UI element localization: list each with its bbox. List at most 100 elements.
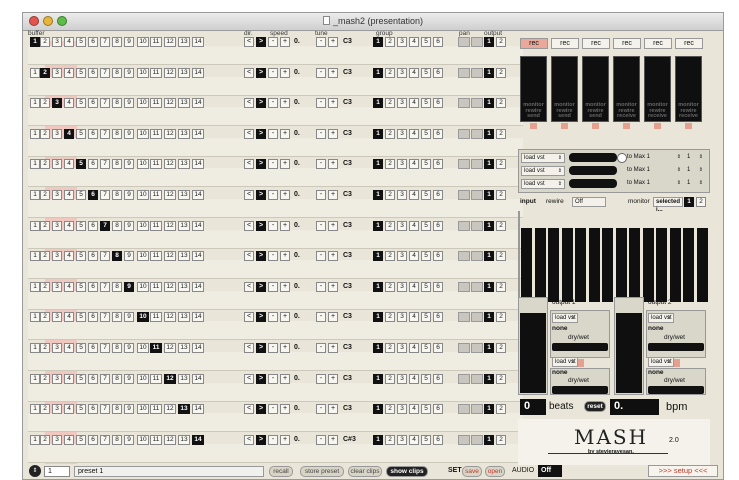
row-waveform-strip[interactable] (28, 199, 523, 218)
dir-left-button[interactable]: < (244, 220, 254, 231)
speed-minus-button[interactable]: - (268, 404, 278, 415)
buffer-button-6[interactable]: 6 (88, 281, 98, 292)
store-preset-button[interactable]: store preset (300, 466, 344, 477)
buffer-button-3[interactable]: 3 (52, 434, 62, 445)
buffer-button-10[interactable]: 10 (137, 128, 149, 139)
output-button-1[interactable]: 1 (484, 312, 494, 323)
speed-plus-button[interactable]: + (280, 159, 290, 170)
group-button-4[interactable]: 4 (409, 404, 419, 415)
group-button-2[interactable]: 2 (385, 343, 395, 353)
pan-right-slot[interactable] (471, 434, 483, 445)
buffer-button-14[interactable]: 14 (192, 37, 204, 47)
group-button-2[interactable]: 2 (385, 251, 395, 262)
buffer-button-9[interactable]: 9 (124, 220, 134, 231)
tune-plus-button[interactable]: + (328, 67, 338, 78)
output-button-2[interactable]: 2 (496, 343, 506, 353)
buffer-button-7[interactable]: 7 (100, 251, 110, 262)
buffer-button-4[interactable]: 4 (64, 312, 74, 323)
group-button-5[interactable]: 5 (421, 251, 431, 262)
tune-plus-button[interactable]: + (328, 128, 338, 139)
buffer-button-14[interactable]: 14 (192, 67, 204, 78)
dir-right-button[interactable]: > (256, 434, 266, 445)
buffer-button-1[interactable]: 1 (30, 67, 40, 78)
rec-button-5[interactable]: rec (644, 38, 672, 49)
buffer-button-1[interactable]: 1 (30, 312, 40, 323)
speed-minus-button[interactable]: - (268, 37, 278, 47)
buffer-button-7[interactable]: 7 (100, 220, 110, 231)
drywet-1-slider[interactable] (552, 343, 608, 351)
buffer-button-1[interactable]: 1 (30, 373, 40, 384)
tune-plus-button[interactable]: + (328, 220, 338, 231)
buffer-button-13[interactable]: 13 (178, 404, 190, 415)
buffer-button-13[interactable]: 13 (178, 251, 190, 262)
dir-left-button[interactable]: < (244, 159, 254, 170)
buffer-button-9[interactable]: 9 (124, 404, 134, 415)
buffer-button-3[interactable]: 3 (52, 190, 62, 200)
buffer-button-12[interactable]: 12 (164, 343, 176, 353)
buffer-button-2[interactable]: 2 (40, 98, 50, 109)
speed-minus-button[interactable]: - (268, 190, 278, 200)
buffer-button-4[interactable]: 4 (64, 98, 74, 109)
buffer-button-11[interactable]: 11 (150, 434, 162, 445)
group-button-3[interactable]: 3 (397, 98, 407, 109)
group-button-4[interactable]: 4 (409, 98, 419, 109)
output-button-2[interactable]: 2 (496, 37, 506, 47)
dir-left-button[interactable]: < (244, 373, 254, 384)
buffer-button-5[interactable]: 5 (76, 251, 86, 262)
speed-minus-button[interactable]: - (268, 159, 278, 170)
buffer-button-7[interactable]: 7 (100, 343, 110, 353)
buffer-button-13[interactable]: 13 (178, 98, 190, 109)
pan-right-slot[interactable] (471, 343, 483, 353)
speed-minus-button[interactable]: - (268, 373, 278, 384)
group-button-1[interactable]: 1 (373, 159, 383, 170)
buffer-button-9[interactable]: 9 (124, 98, 134, 109)
reset-button[interactable]: reset (584, 401, 606, 412)
pan-right-slot[interactable] (471, 312, 483, 323)
output-button-2[interactable]: 2 (496, 281, 506, 292)
group-button-4[interactable]: 4 (409, 251, 419, 262)
buffer-button-6[interactable]: 6 (88, 159, 98, 170)
buffer-button-4[interactable]: 4 (64, 251, 74, 262)
group-button-1[interactable]: 1 (373, 67, 383, 78)
speed-plus-button[interactable]: + (280, 67, 290, 78)
group-button-6[interactable]: 6 (433, 128, 443, 139)
buffer-button-2[interactable]: 2 (40, 159, 50, 170)
group-button-1[interactable]: 1 (373, 404, 383, 415)
buffer-button-14[interactable]: 14 (192, 251, 204, 262)
dir-right-button[interactable]: > (256, 190, 266, 200)
buffer-button-9[interactable]: 9 (124, 159, 134, 170)
buffer-button-9[interactable]: 9 (124, 373, 134, 384)
buffer-button-7[interactable]: 7 (100, 67, 110, 78)
buffer-button-11[interactable]: 11 (150, 37, 162, 47)
tune-plus-button[interactable]: + (328, 373, 338, 384)
output-button-2[interactable]: 2 (496, 98, 506, 109)
tune-plus-button[interactable]: + (328, 312, 338, 323)
group-button-4[interactable]: 4 (409, 373, 419, 384)
dir-left-button[interactable]: < (244, 98, 254, 109)
group-button-1[interactable]: 1 (373, 190, 383, 200)
buffer-button-2[interactable]: 2 (40, 434, 50, 445)
buffer-button-3[interactable]: 3 (52, 251, 62, 262)
group-button-2[interactable]: 2 (385, 312, 395, 323)
buffer-button-10[interactable]: 10 (137, 281, 149, 292)
group-button-3[interactable]: 3 (397, 312, 407, 323)
buffer-button-7[interactable]: 7 (100, 312, 110, 323)
speed-minus-button[interactable]: - (268, 281, 278, 292)
buffer-button-7[interactable]: 7 (100, 37, 110, 47)
tune-plus-button[interactable]: + (328, 434, 338, 445)
buffer-button-14[interactable]: 14 (192, 312, 204, 323)
drywet-1-slider[interactable] (648, 343, 704, 351)
group-button-3[interactable]: 3 (397, 373, 407, 384)
output-button-2[interactable]: 2 (496, 159, 506, 170)
buffer-button-9[interactable]: 9 (124, 67, 134, 78)
tune-minus-button[interactable]: - (316, 373, 326, 384)
pan-left-slot[interactable] (458, 67, 470, 78)
buffer-button-1[interactable]: 1 (30, 98, 40, 109)
pan-left-slot[interactable] (458, 343, 470, 353)
output-button-1[interactable]: 1 (484, 98, 494, 109)
buffer-button-5[interactable]: 5 (76, 67, 86, 78)
buffer-button-8[interactable]: 8 (112, 373, 122, 384)
group-button-5[interactable]: 5 (421, 190, 431, 200)
dir-right-button[interactable]: > (256, 98, 266, 109)
buffer-button-11[interactable]: 11 (150, 220, 162, 231)
